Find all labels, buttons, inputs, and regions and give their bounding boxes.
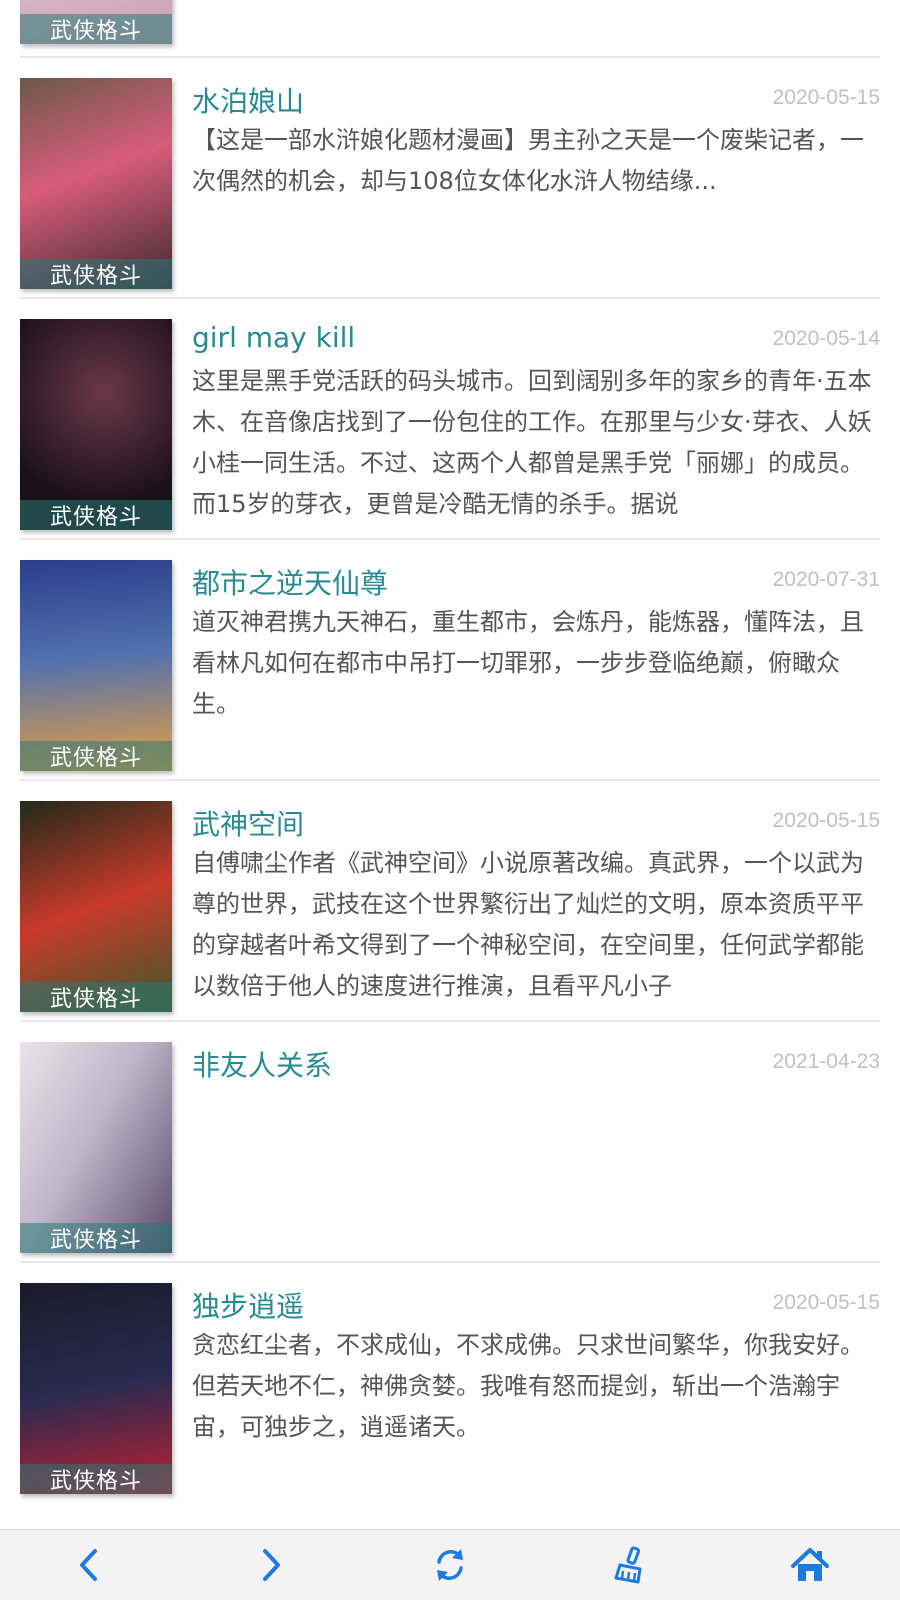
comic-description: 【这是一部水浒娘化题材漫画】男主孙之天是一个废柴记者，一次偶然的机会，却与108… (192, 126, 864, 195)
comic-description: 道灭神君携九天神石，重生都市，会炼丹，能炼器，懂阵法，且看林凡如何在都市中吊打一… (192, 608, 864, 718)
genre-tag: 武侠格斗 (20, 259, 172, 289)
cover-image[interactable]: 武侠格斗 (20, 1042, 172, 1253)
brush-icon (614, 1546, 642, 1584)
update-date: 2021-04-23 (772, 1050, 880, 1073)
genre-tag: 武侠格斗 (20, 1464, 172, 1494)
comic-title[interactable]: 独步逍遥 (192, 1285, 304, 1325)
genre-tag: 武侠格斗 (20, 1223, 172, 1253)
update-date: 2020-05-15 (772, 809, 880, 832)
genre-tag: 武侠格斗 (20, 500, 172, 530)
comic-title[interactable]: girl may kill (192, 321, 355, 354)
forward-button[interactable] (240, 1535, 300, 1595)
cover-image[interactable]: 武侠格斗 (20, 1283, 172, 1494)
genre-tag: 武侠格斗 (20, 982, 172, 1012)
chevron-right-icon (263, 1549, 280, 1581)
comic-description: 这里是黑手党活跃的码头城市。回到阔别多年的家乡的青年·五本木、在音像店找到了一份… (192, 367, 872, 518)
update-date: 2020-07-31 (772, 568, 880, 591)
genre-tag: 武侠格斗 (20, 741, 172, 771)
list-item[interactable]: 武侠格斗 独步逍遥 2020-05-15 贪恋红尘者，不求成仙，不求成佛。只求世… (20, 1263, 880, 1504)
back-button[interactable] (60, 1535, 120, 1595)
refresh-icon (437, 1549, 463, 1581)
cover-image[interactable]: 武侠格斗 (20, 319, 172, 530)
update-date: 2020-05-14 (772, 327, 880, 350)
list-item[interactable]: 武侠格斗 (20, 0, 880, 58)
list-item[interactable]: 武侠格斗 水泊娘山 2020-05-15 【这是一部水浒娘化题材漫画】男主孙之天… (20, 58, 880, 299)
comic-title[interactable]: 非友人关系 (192, 1044, 332, 1084)
update-date: 2020-05-15 (772, 86, 880, 109)
list-item[interactable]: 武侠格斗 武神空间 2020-05-15 自傅啸尘作者《武神空间》小说原著改编。… (20, 781, 880, 1022)
list-item[interactable]: 武侠格斗 非友人关系 2021-04-23 (20, 1022, 880, 1263)
comic-description: 贪恋红尘者，不求成仙，不求成佛。只求世间繁华，你我安好。但若天地不仁，神佛贪婪。… (192, 1331, 864, 1441)
refresh-button[interactable] (420, 1535, 480, 1595)
cover-image[interactable]: 武侠格斗 (20, 78, 172, 289)
comic-title[interactable]: 武神空间 (192, 803, 304, 843)
cover-image[interactable]: 武侠格斗 (20, 801, 172, 1012)
list-item[interactable]: 武侠格斗 都市之逆天仙尊 2020-07-31 道灭神君携九天神石，重生都市，会… (20, 540, 880, 781)
update-date: 2020-05-15 (772, 1291, 880, 1314)
clean-button[interactable] (600, 1535, 660, 1595)
comic-title[interactable]: 都市之逆天仙尊 (192, 562, 388, 602)
cover-image[interactable]: 武侠格斗 (20, 560, 172, 771)
home-icon (791, 1548, 829, 1581)
list-item[interactable]: 武侠格斗 girl may kill 2020-05-14 这里是黑手党活跃的码… (20, 299, 880, 540)
genre-tag: 武侠格斗 (20, 14, 172, 44)
comic-title[interactable]: 水泊娘山 (192, 80, 304, 120)
bottom-toolbar (0, 1529, 900, 1600)
chevron-left-icon (80, 1549, 97, 1581)
cover-image[interactable]: 武侠格斗 (20, 0, 172, 44)
comic-description: 自傅啸尘作者《武神空间》小说原著改编。真武界，一个以武为尊的世界，武技在这个世界… (192, 849, 864, 1000)
home-button[interactable] (780, 1535, 840, 1595)
